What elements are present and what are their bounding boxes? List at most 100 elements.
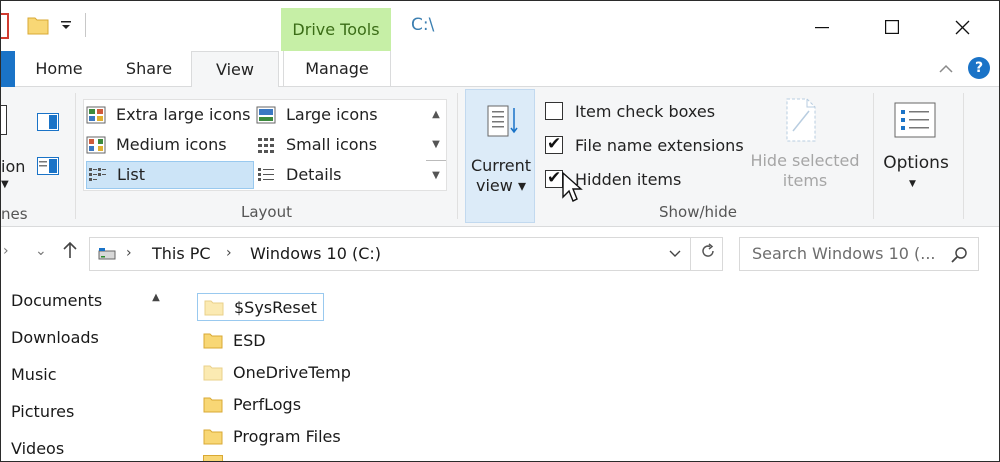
layout-large-icons[interactable]: Large icons <box>256 101 422 129</box>
medium-icons-icon <box>86 136 106 154</box>
address-bar[interactable]: › This PC › Windows 10 (C:) <box>89 237 723 271</box>
file-name-extensions-checkbox[interactable]: ✔ <box>545 134 563 154</box>
window-title: C:\ <box>411 15 435 35</box>
small-icons-icon <box>258 138 274 153</box>
layout-details[interactable]: Details <box>256 161 422 189</box>
chevron-down-icon[interactable] <box>668 246 682 263</box>
tab-home[interactable]: Home <box>23 51 95 87</box>
arrow-up-icon <box>63 241 77 258</box>
layout-medium-icons[interactable]: Medium icons <box>86 131 252 159</box>
gallery-scroll-down-icon[interactable]: ▼ <box>426 130 446 160</box>
ribbon-tab-row: Home Share View Manage ? <box>1 51 999 88</box>
tab-manage[interactable]: Manage <box>283 51 391 87</box>
options-icon[interactable] <box>891 101 939 139</box>
item-check-boxes-option[interactable]: Item check boxes <box>545 99 715 123</box>
refresh-button[interactable] <box>696 242 720 266</box>
nav-item-music[interactable]: Music <box>11 365 57 384</box>
file-name: OneDriveTemp <box>233 362 351 382</box>
current-view-button[interactable]: Current view ▾ <box>465 89 535 223</box>
recent-locations-icon[interactable]: ⌄ <box>35 243 47 259</box>
chevron-right-icon[interactable]: › <box>226 245 232 261</box>
group-separator <box>963 93 964 219</box>
nav-item-documents[interactable]: Documents <box>11 291 102 310</box>
help-icon[interactable]: ? <box>968 57 990 79</box>
layout-item-label: Large icons <box>286 105 378 124</box>
file-name: ESD <box>233 330 266 350</box>
layout-item-label: Extra large icons <box>116 105 251 124</box>
breadcrumb-this-pc[interactable]: This PC <box>152 244 211 263</box>
options-button[interactable]: Options <box>879 153 953 173</box>
options-dropdown-icon[interactable]: ▼ <box>909 179 916 189</box>
navigation-pane-label[interactable]: ion <box>1 157 25 176</box>
close-button[interactable] <box>927 7 997 47</box>
nav-item-videos[interactable]: Videos <box>11 439 64 458</box>
quick-access-separator <box>85 13 86 37</box>
layout-item-label: Medium icons <box>116 135 227 154</box>
folder-icon <box>203 429 223 445</box>
search-box[interactable]: Search Windows 10 (... <box>739 237 979 271</box>
file-name: PerfLogs <box>233 394 302 414</box>
maximize-button[interactable] <box>857 7 927 47</box>
address-separator <box>690 238 691 270</box>
layout-extra-large-icons[interactable]: Extra large icons <box>86 101 252 129</box>
folder-icon <box>203 397 223 413</box>
refresh-icon <box>702 243 714 257</box>
extra-large-icons-icon <box>86 106 106 124</box>
file-name: Program Files <box>233 426 341 446</box>
list-item[interactable]: ESD <box>197 326 272 354</box>
panes-group-label: nes <box>1 205 28 223</box>
hide-selected-items-button[interactable]: Hide selected items <box>747 151 863 191</box>
chevron-right-icon[interactable]: › <box>126 245 132 261</box>
breadcrumb-windows-10[interactable]: Windows 10 (C:) <box>250 244 381 263</box>
nav-item-pictures[interactable]: Pictures <box>11 402 74 421</box>
layout-small-icons[interactable]: Small icons <box>256 131 422 159</box>
file-name-extensions-option[interactable]: ✔ File name extensions <box>545 133 744 157</box>
tab-view[interactable]: View <box>191 51 279 88</box>
quick-access-dropdown-icon[interactable] <box>59 19 73 31</box>
address-row: › ⌄ › This PC › Windows 10 (C:) Search W… <box>1 227 999 283</box>
drive-icon <box>98 248 116 260</box>
drive-tools-context-label: Drive Tools <box>281 8 391 51</box>
layout-item-label: List <box>117 165 145 184</box>
folder-icon <box>203 455 223 461</box>
list-item[interactable]: PerfLogs <box>197 390 307 418</box>
current-view-label: Current view ▾ <box>466 156 536 196</box>
layout-gallery-scroller: ▲ ▼ ▼ <box>426 100 446 190</box>
tab-file[interactable] <box>1 51 15 87</box>
list-item[interactable]: Program Files <box>197 422 347 450</box>
folder-icon <box>203 333 223 349</box>
current-view-line2: view ▾ <box>476 176 526 195</box>
minimize-button[interactable] <box>787 7 857 47</box>
search-input[interactable]: Search Windows 10 (... <box>752 244 936 263</box>
layout-item-label: Details <box>286 165 342 184</box>
sort-by-icon <box>487 105 518 137</box>
gallery-more-icon[interactable]: ▼ <box>426 160 446 190</box>
up-button[interactable] <box>61 241 79 263</box>
item-check-boxes-label: Item check boxes <box>575 101 716 121</box>
file-name-extensions-label: File name extensions <box>575 135 744 155</box>
details-pane-icon[interactable] <box>37 157 59 175</box>
forward-partial-icon[interactable]: › <box>3 243 9 259</box>
list-item[interactable]: $SysReset <box>197 293 324 321</box>
item-check-boxes-checkbox[interactable] <box>545 102 563 120</box>
layout-group-label: Layout <box>241 203 292 221</box>
gallery-scroll-up-icon[interactable]: ▲ <box>426 100 446 130</box>
hide-selected-items-icon <box>786 98 816 142</box>
new-folder-icon[interactable] <box>27 15 49 35</box>
folder-icon <box>203 365 223 381</box>
nav-scroll-up-icon[interactable]: ▲ <box>147 289 165 307</box>
search-icon[interactable] <box>950 245 970 265</box>
nav-item-downloads[interactable]: Downloads <box>11 328 99 347</box>
collapse-ribbon-button[interactable] <box>937 60 955 78</box>
navigation-pane-dropdown-icon[interactable]: ▼ <box>1 179 9 190</box>
preview-pane-icon[interactable] <box>37 113 59 131</box>
properties-icon[interactable] <box>1 13 9 39</box>
layout-list[interactable]: List <box>86 161 254 189</box>
group-separator <box>75 93 76 219</box>
maximize-icon <box>885 20 899 34</box>
tab-share[interactable]: Share <box>113 51 185 87</box>
hide-selected-line2: items <box>782 171 828 190</box>
navigation-pane: Documents Downloads Music Pictures Video… <box>1 283 171 461</box>
list-item[interactable]: OneDriveTemp <box>197 358 357 386</box>
navigation-pane-icon[interactable] <box>1 105 7 135</box>
